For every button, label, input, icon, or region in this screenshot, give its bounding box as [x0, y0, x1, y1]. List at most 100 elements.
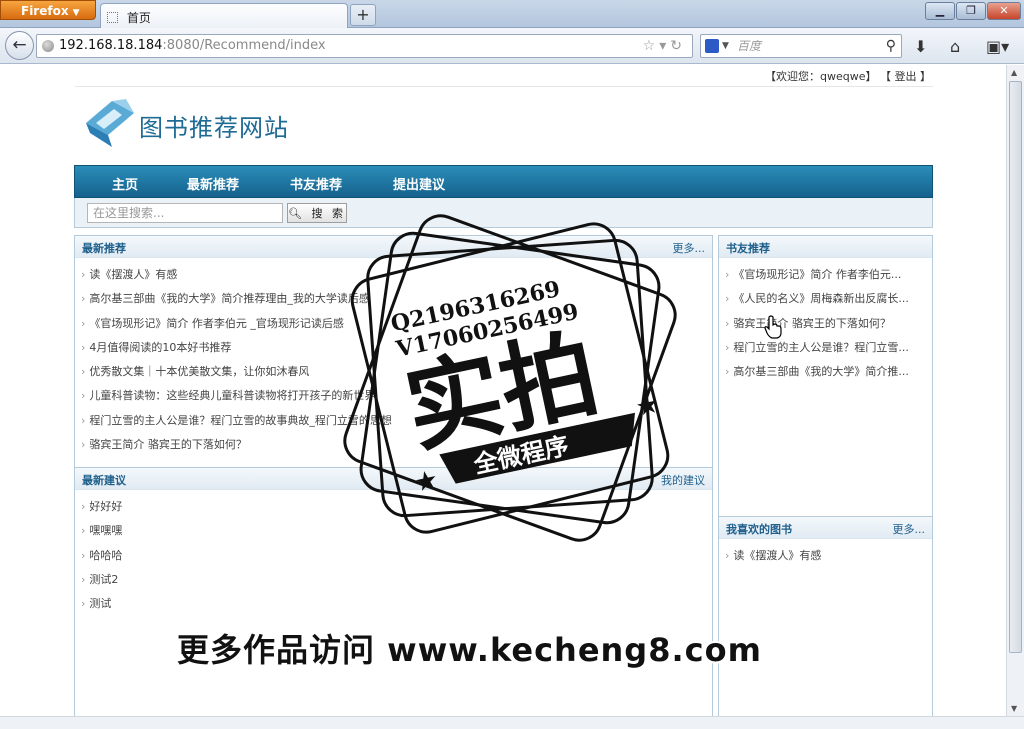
hand-cursor-icon — [764, 315, 782, 339]
list-item: › 测试2 — [81, 572, 119, 586]
tab-title: 首页 — [126, 11, 151, 25]
latest-suggestions-panel: 最新建议 我的建议 › 好好好 › 嘿嘿嘿 › 哈哈哈 › 测试2 › 测试 — [74, 467, 713, 729]
scroll-up-icon[interactable]: ▲ — [1011, 68, 1017, 77]
browser-nav-bar: ← 192.168.18.184:8080/Recommend/index ☆▾… — [0, 28, 1024, 64]
url-bar[interactable]: 192.168.18.184:8080/Recommend/index ☆▾↻ — [36, 34, 693, 58]
home-icon[interactable]: ⌂ — [950, 37, 960, 56]
list-item: › 《人民的名义》周梅森新出反腐长... — [725, 292, 909, 306]
nav-home[interactable]: 主页 — [112, 174, 138, 193]
panel-title: 最新建议 — [82, 474, 126, 487]
horizontal-scrollbar[interactable] — [0, 716, 1024, 729]
list-item-link[interactable]: 《官场现形记》简介 作者李伯元 _官场现形记读后感 — [89, 317, 344, 330]
list-item-link[interactable]: 《人民的名义》周梅森新出反腐长... — [733, 292, 909, 305]
suggestions-list: › 好好好 › 嘿嘿嘿 › 哈哈哈 › 测试2 › 测试 — [75, 490, 712, 619]
browser-tab-bar: Firefox ▼ 首页 + ▁ ❐ ✕ — [0, 0, 1024, 28]
chevron-down-icon: ▼ — [72, 8, 80, 18]
list-item: › 读《摆渡人》有感 — [81, 268, 178, 281]
panel-title: 我喜欢的图书 — [726, 523, 792, 536]
list-item: › 高尔基三部曲《我的大学》简介推荐理由_我的大学读后感 — [81, 292, 370, 306]
list-item-link[interactable]: 高尔基三部曲《我的大学》简介推... — [733, 365, 909, 378]
scroll-down-icon[interactable]: ▼ — [1011, 704, 1017, 713]
list-item: › 哈哈哈 — [81, 548, 123, 562]
user-links: 【欢迎您：qweqwe】 【 登出 】 — [765, 68, 931, 84]
book-logo-icon — [86, 99, 134, 147]
site-title: 图书推荐网站 — [139, 114, 289, 142]
list-item: › 程门立雪的主人公是谁？程门立雪... — [725, 340, 909, 354]
page-favicon-icon — [107, 12, 118, 23]
list-item-link[interactable]: 测试 — [89, 597, 111, 610]
firefox-menu-button[interactable]: Firefox ▼ — [0, 0, 96, 20]
nav-latest[interactable]: 最新推荐 — [187, 174, 239, 193]
my-suggestions-link[interactable]: 我的建议 — [661, 472, 705, 488]
list-item-link[interactable]: 嘿嘿嘿 — [89, 524, 122, 537]
friends-list: › 《官场现形记》简介 作者李伯元... › 《人民的名义》周梅森新出反腐长... … — [719, 258, 932, 387]
favorites-list: › 读《摆渡人》有感 — [719, 539, 932, 571]
list-item: › 《官场现形记》简介 作者李伯元 _官场现形记读后感 — [81, 316, 344, 330]
latest-list: › 读《摆渡人》有感 › 高尔基三部曲《我的大学》简介推荐理由_我的大学读后感 › 《… — [75, 258, 712, 460]
list-item: › 读《摆渡人》有感 — [725, 549, 822, 562]
browser-tab-home[interactable]: 首页 — [100, 3, 348, 28]
window-minimize-button[interactable]: ▁ — [925, 2, 955, 20]
list-item-link[interactable]: 测试2 — [89, 573, 118, 586]
header-divider — [75, 86, 933, 87]
list-item-link[interactable]: 读《摆渡人》有感 — [733, 549, 821, 562]
window-close-button[interactable]: ✕ — [987, 2, 1021, 20]
download-arrow-icon[interactable]: ⬇ — [914, 37, 927, 56]
site-search-bar: 🔍︎ 搜 索 — [74, 198, 933, 228]
panel-title: 书友推荐 — [726, 242, 770, 255]
bookmarks-menu-icon[interactable]: ▣▾ — [986, 37, 1009, 56]
site-search-button[interactable]: 🔍︎ 搜 索 — [287, 203, 347, 223]
globe-icon — [42, 40, 54, 52]
nav-friends[interactable]: 书友推荐 — [290, 174, 342, 193]
vertical-scrollbar[interactable]: ▲ ▼ — [1006, 65, 1024, 716]
list-item-link[interactable]: 骆宾王简介 骆宾王的下落如何？ — [89, 438, 247, 451]
list-item-link[interactable]: 读《摆渡人》有感 — [89, 268, 177, 281]
list-item-link[interactable]: 儿童科普读物：这些经典儿童科普读物将打开孩子的新世界 — [89, 389, 375, 402]
more-link[interactable]: 更多... — [893, 521, 926, 537]
nav-suggest[interactable]: 提出建议 — [393, 174, 445, 193]
engine-dropdown-icon[interactable]: ▼ — [722, 35, 729, 57]
list-item: › 测试 — [81, 597, 112, 611]
reload-icon[interactable]: ↻ — [670, 38, 686, 54]
list-item-link[interactable]: 哈哈哈 — [89, 549, 122, 562]
list-item-link[interactable]: 程门立雪的主人公是谁？程门立雪... — [733, 341, 909, 354]
list-item: › 骆宾王简介 骆宾王的下落如何？ — [81, 438, 247, 452]
list-item: › 好好好 — [81, 500, 123, 513]
dropdown-arrow-icon[interactable]: ▾ — [659, 38, 670, 54]
panel-header: 最新推荐 更多... — [75, 236, 712, 258]
list-item-link[interactable]: 高尔基三部曲《我的大学》简介推荐理由_我的大学读后感 — [89, 292, 370, 305]
browser-search-box[interactable]: ▼ 百度 ⚲ — [700, 34, 902, 58]
baidu-engine-icon[interactable] — [705, 39, 719, 53]
url-host: 192.168.18.184 — [59, 38, 163, 53]
panel-header: 最新建议 我的建议 — [75, 468, 712, 490]
list-item-link[interactable]: 优秀散文集｜十本优美散文集，让你如沐春风 — [89, 365, 309, 378]
logout-link[interactable]: 【 登出 】 — [880, 70, 931, 83]
site-search-input[interactable] — [87, 203, 283, 223]
list-item: › 嘿嘿嘿 — [81, 524, 123, 538]
watermark-text: 更多作品访问 www.kecheng8.com — [177, 631, 762, 669]
list-item-link[interactable]: 4月值得阅读的10本好书推荐 — [89, 341, 231, 354]
url-path: :8080/Recommend/index — [162, 38, 326, 53]
list-item: › 《官场现形记》简介 作者李伯元... — [725, 268, 902, 281]
search-icon: 🔍︎ — [288, 207, 305, 220]
back-arrow-icon[interactable]: ← — [5, 31, 34, 60]
list-item-link[interactable]: 程门立雪的主人公是谁？程门立雪的故事典故_程门立雪的思想 — [89, 414, 392, 427]
search-icon[interactable]: ⚲ — [886, 35, 896, 57]
list-item: › 高尔基三部曲《我的大学》简介推... — [725, 365, 909, 379]
window-maximize-button[interactable]: ❐ — [956, 2, 986, 20]
list-item: › 4月值得阅读的10本好书推荐 — [81, 340, 232, 354]
list-item-link[interactable]: 好好好 — [89, 500, 122, 513]
favorite-books-panel: 我喜欢的图书 更多... › 读《摆渡人》有感 — [718, 516, 933, 729]
list-item: › 儿童科普读物：这些经典儿童科普读物将打开孩子的新世界 — [81, 389, 376, 403]
bookmark-star-icon[interactable]: ☆ — [643, 38, 660, 54]
list-item-link[interactable]: 骆宾王简介 骆宾王的下落如何？ — [733, 317, 891, 330]
panel-header: 我喜欢的图书 更多... — [719, 517, 932, 539]
search-placeholder: 百度 — [737, 39, 762, 53]
list-item: › 优秀散文集｜十本优美散文集，让你如沐春风 — [81, 365, 310, 379]
welcome-text: 【欢迎您：qweqwe】 — [765, 70, 877, 83]
scrollbar-thumb[interactable] — [1009, 81, 1022, 653]
new-tab-button[interactable]: + — [350, 4, 376, 26]
list-item: › 骆宾王简介 骆宾王的下落如何？ — [725, 316, 891, 330]
list-item-link[interactable]: 《官场现形记》简介 作者李伯元... — [733, 268, 901, 281]
more-link[interactable]: 更多... — [673, 240, 706, 256]
